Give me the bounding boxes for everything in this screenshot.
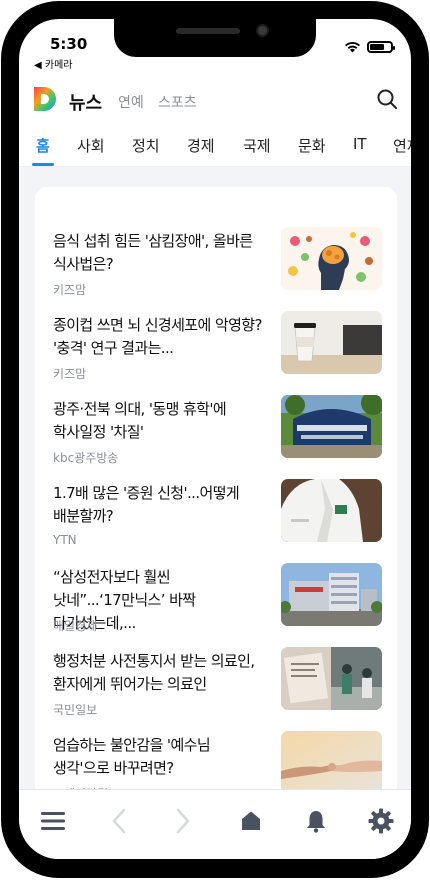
tab-society[interactable]: 사회 xyxy=(77,135,105,156)
news-title[interactable]: 광주·전북 의대, '동맹 휴학'에 학사일정 '차질' xyxy=(53,398,263,444)
home-icon xyxy=(242,811,260,830)
doctor-coat-thumbnail[interactable] xyxy=(281,479,382,542)
news-source: 키즈맘 xyxy=(53,367,87,381)
news-item[interactable]: “삼성전자보다 훨씬 낫네”...‘17만닉스’ 바짝 다가섰는데,... 매일… xyxy=(35,561,397,645)
status-time: 5:30 xyxy=(50,35,88,53)
tab-economy[interactable]: 경제 xyxy=(187,135,215,156)
forward-icon xyxy=(176,808,190,834)
brain-food-thumbnail[interactable] xyxy=(281,227,382,290)
news-title[interactable]: 1.7배 많은 '증원 신청'...어떻게 배분할까? xyxy=(53,482,263,528)
hospital-scene-thumbnail[interactable] xyxy=(281,647,382,710)
medical-school-sign-thumbnail[interactable] xyxy=(281,395,382,458)
news-source: 매일경제 xyxy=(53,619,98,633)
tab-international[interactable]: 국제 xyxy=(243,135,271,156)
factory-building-thumbnail[interactable] xyxy=(281,563,382,626)
status-icons xyxy=(344,41,395,53)
daum-logo-icon[interactable] xyxy=(31,85,59,113)
speaker-grille xyxy=(176,28,240,34)
nav-link-sports[interactable]: 스포츠 xyxy=(158,92,197,112)
nav-link-entertainment[interactable]: 연예 xyxy=(118,92,144,112)
tab-home[interactable]: 홈 xyxy=(36,135,50,156)
active-tab-indicator xyxy=(32,163,54,166)
notch xyxy=(114,19,316,57)
back-button[interactable] xyxy=(104,806,134,836)
menu-button[interactable] xyxy=(38,806,68,836)
menu-icon xyxy=(41,812,65,830)
back-icon xyxy=(112,808,126,834)
wifi-icon xyxy=(345,41,360,53)
news-source: kbc광주방송 xyxy=(53,451,119,465)
tab-it[interactable]: IT xyxy=(353,135,367,153)
app-title[interactable]: 뉴스 xyxy=(69,89,102,115)
category-tabs: 홈 사회 정치 경제 국제 문화 IT 연재 xyxy=(19,133,411,167)
tab-series[interactable]: 연재 xyxy=(393,135,411,156)
news-card: 음식 섭취 힘든 '삼킴장애', 올바른 식사법은? 키즈맘 종이컵 쓰면 뇌 … xyxy=(35,187,397,807)
search-icon xyxy=(377,89,397,109)
bell-icon xyxy=(307,811,325,833)
news-item[interactable]: 광주·전북 의대, '동맹 휴학'에 학사일정 '차질' kbc광주방송 xyxy=(35,393,397,477)
settings-button[interactable] xyxy=(366,806,396,836)
news-title[interactable]: 종이컵 쓰면 뇌 신경세포에 악영향? '충격' 연구 결과는... xyxy=(53,314,263,360)
holding-hands-thumbnail[interactable] xyxy=(281,731,382,794)
notifications-button[interactable] xyxy=(301,806,331,836)
news-title[interactable]: 음식 섭취 힘든 '삼킴장애', 올바른 식사법은? xyxy=(53,230,263,276)
news-item[interactable]: 음식 섭취 힘든 '삼킴장애', 올바른 식사법은? 키즈맘 xyxy=(35,225,397,309)
back-to-app-link[interactable]: ◀ 카메라 xyxy=(34,56,72,71)
paper-cup-thumbnail[interactable] xyxy=(281,311,382,374)
news-source: YTN xyxy=(53,533,77,547)
tab-culture[interactable]: 문화 xyxy=(298,135,326,156)
front-camera xyxy=(256,24,269,37)
news-title[interactable]: 행정처분 사전통지서 받는 의료인, 환자에게 뛰어가는 의료인 xyxy=(53,650,263,696)
battery-icon xyxy=(367,41,395,53)
news-item[interactable]: 종이컵 쓰면 뇌 신경세포에 악영향? '충격' 연구 결과는... 키즈맘 xyxy=(35,309,397,393)
news-title[interactable]: 엄습하는 불안감을 '예수님 생각'으로 바꾸려면? xyxy=(53,734,263,780)
news-source: 국민일보 xyxy=(53,703,98,717)
screen: 5:30 ◀ 카메라 뉴스 연예 스포츠 홈 사회 정치 경제 국제 문화 IT… xyxy=(19,19,411,859)
search-button[interactable] xyxy=(373,85,401,113)
tab-politics[interactable]: 정치 xyxy=(132,135,160,156)
home-button[interactable] xyxy=(236,806,266,836)
gear-icon xyxy=(368,808,394,834)
phone-frame: 5:30 ◀ 카메라 뉴스 연예 스포츠 홈 사회 정치 경제 국제 문화 IT… xyxy=(1,1,429,878)
news-item[interactable]: 행정처분 사전통지서 받는 의료인, 환자에게 뛰어가는 의료인 국민일보 xyxy=(35,645,397,729)
news-source: 키즈맘 xyxy=(53,283,87,297)
app-bar: 뉴스 연예 스포츠 xyxy=(19,79,411,123)
bottom-toolbar xyxy=(19,789,411,859)
news-item[interactable]: 1.7배 많은 '증원 신청'...어떻게 배분할까? YTN xyxy=(35,477,397,561)
forward-button[interactable] xyxy=(168,806,198,836)
